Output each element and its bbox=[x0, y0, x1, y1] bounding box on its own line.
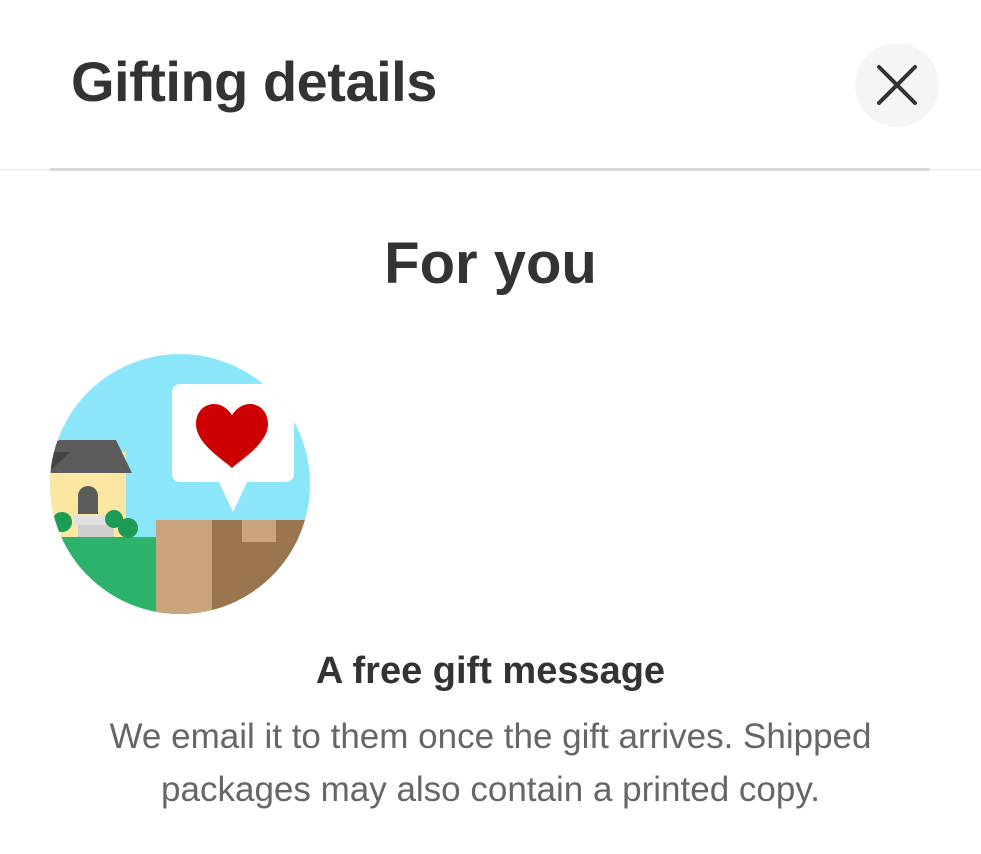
sheet-title: Gifting details bbox=[71, 50, 437, 113]
section-title: For you bbox=[384, 231, 597, 296]
close-button[interactable] bbox=[855, 43, 939, 127]
sheet-header: Gifting details bbox=[0, 0, 981, 168]
gift-delivery-illustration bbox=[48, 354, 312, 614]
gifting-details-sheet: Gifting details For you A free gift mess… bbox=[0, 0, 981, 854]
feature-description: We email it to them once the gift arrive… bbox=[109, 717, 872, 809]
divider-edge-left bbox=[0, 169, 50, 170]
feature-title: A free gift message bbox=[315, 650, 666, 692]
header-divider bbox=[50, 168, 930, 171]
divider-edge-right bbox=[930, 169, 981, 170]
close-icon bbox=[877, 65, 917, 105]
illustration-graphic bbox=[50, 354, 310, 614]
